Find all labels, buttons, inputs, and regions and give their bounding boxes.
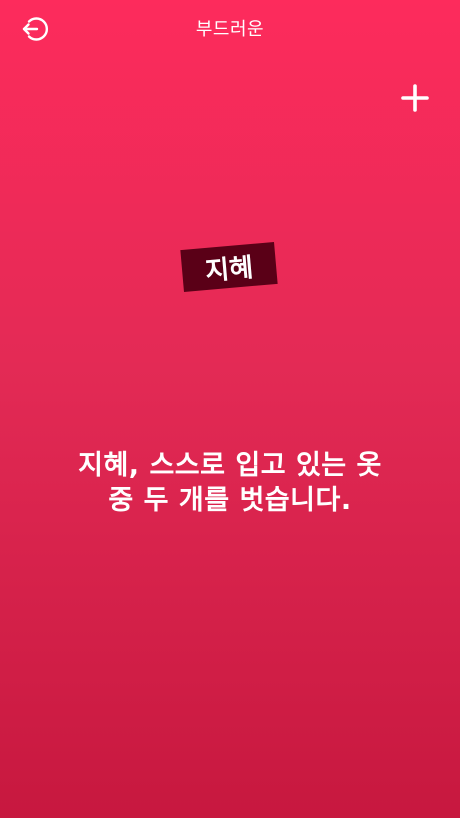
game-screen: 부드러운 지혜 지혜, 스스로 입고 있는 옷 중 두 개를 벗습니다. xyxy=(0,0,460,818)
player-name: 지혜 xyxy=(204,252,255,287)
plus-icon xyxy=(401,84,429,112)
page-title: 부드러운 xyxy=(195,19,265,40)
dare-text: 지혜, 스스로 입고 있는 옷 중 두 개를 벗습니다. xyxy=(78,450,382,516)
add-button[interactable] xyxy=(400,83,430,113)
player-name-tag: 지혜 xyxy=(180,241,278,293)
